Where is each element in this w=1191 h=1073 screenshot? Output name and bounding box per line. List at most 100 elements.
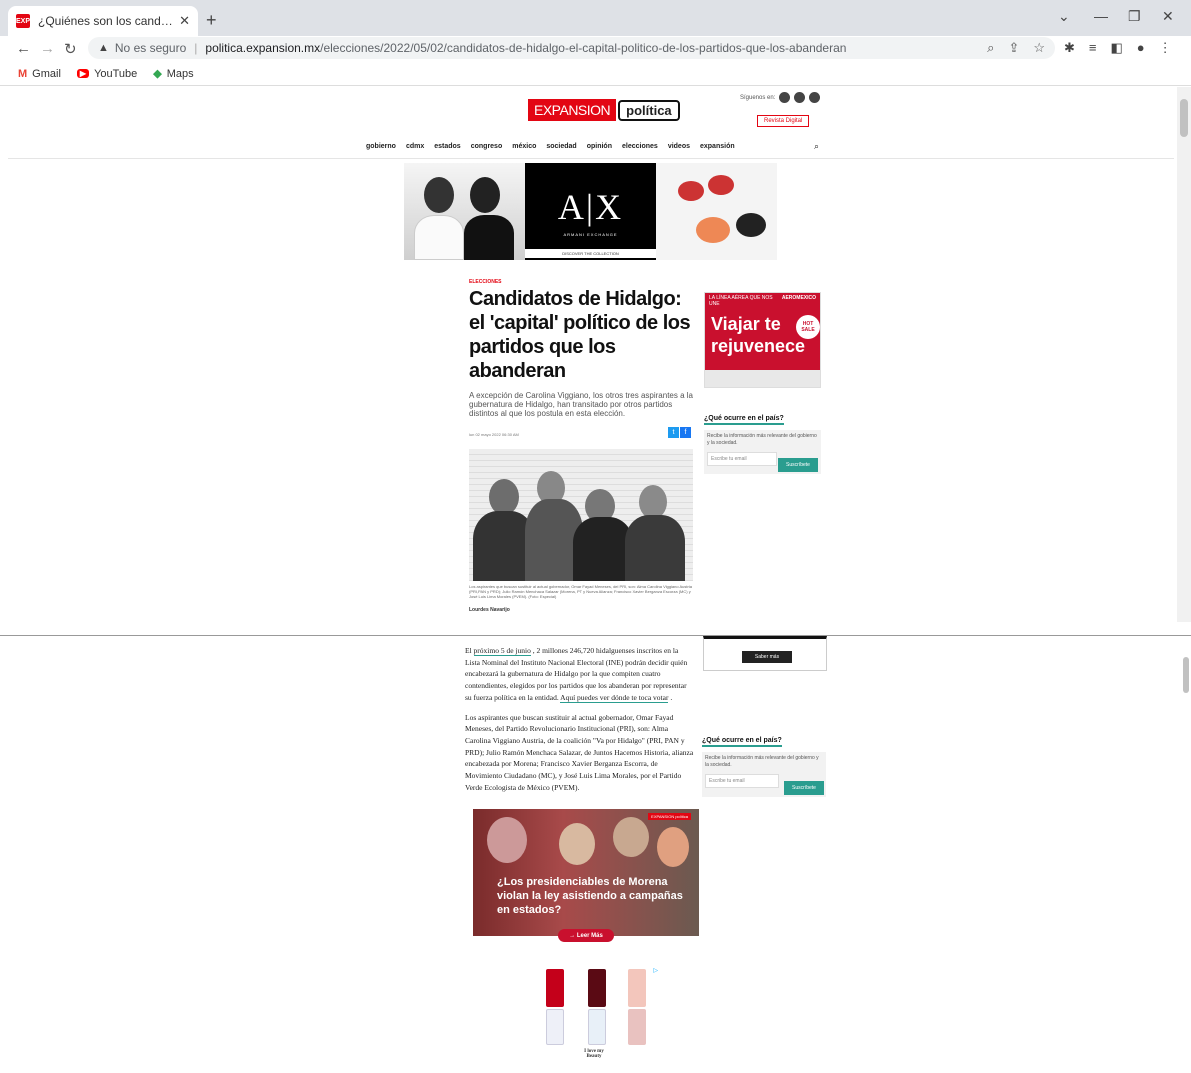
share-buttons: t f (668, 427, 691, 438)
side-panel-icon[interactable]: ◧ (1111, 40, 1123, 56)
menu-icon[interactable]: ⋮ (1159, 40, 1172, 56)
section-divider (0, 635, 1191, 636)
nav-item[interactable]: expansión (700, 143, 735, 150)
zoom-icon[interactable]: ⌕ (987, 40, 994, 56)
subscribe-button[interactable]: Suscríbete (784, 781, 824, 795)
ad-panel-sunglasses (656, 163, 777, 260)
browser-chrome: EXP ¿Quiénes son los candidatos a la ✕ +… (0, 0, 1191, 86)
follow-us: Síguenos en: (740, 92, 821, 103)
article-photo (469, 449, 693, 581)
url-host: politica.expansion.mx (205, 41, 321, 55)
photo-caption: Los aspirantes que buscan sustituir al a… (469, 584, 692, 599)
ad-beauty-brand: I love my Beauty (584, 1049, 604, 1059)
article-author[interactable]: Lourdes Navarijo (469, 607, 510, 613)
ad-footer (705, 370, 820, 387)
leer-mas-button[interactable]: → Leer Más (558, 929, 614, 942)
paragraph-2: Los aspirantes que buscan sustituir al a… (465, 712, 694, 792)
article-body: El próximo 5 de junio , 2 millones 246,7… (465, 645, 695, 801)
paragraph-1: El próximo 5 de junio , 2 millones 246,7… (465, 646, 688, 703)
page-viewport: EXPANSION política Síguenos en: Revista … (0, 87, 1191, 1073)
reload-icon[interactable]: ↻ (64, 40, 77, 58)
email-input[interactable]: Escribe tu email (707, 452, 777, 466)
nav-item[interactable]: videos (668, 143, 690, 150)
nav-divider (8, 158, 1174, 159)
close-tab-icon[interactable]: ✕ (179, 13, 190, 29)
extensions-icon[interactable]: ✱ (1064, 40, 1075, 56)
logo-section: política (618, 99, 680, 121)
related-promo[interactable]: EXPANSION política ¿Los presidenciables … (473, 809, 699, 936)
search-icon[interactable]: ⌕ (814, 141, 819, 152)
facebook-share-icon[interactable]: f (680, 427, 691, 438)
bookmark-maps[interactable]: ◆ Maps (153, 67, 193, 81)
scrollbar-thumb[interactable] (1180, 99, 1188, 137)
adchoices-icon[interactable]: ▷ (653, 967, 658, 974)
reading-list-icon[interactable]: ≡ (1089, 40, 1097, 56)
sidebar-ad-bottom: Saber más (703, 636, 827, 671)
close-window-icon[interactable]: ✕ (1162, 8, 1174, 25)
not-secure-label[interactable]: No es seguro (115, 41, 186, 55)
profile-icon[interactable]: ● (1137, 40, 1145, 56)
article-lead: A excepción de Carolina Viggiano, los ot… (469, 391, 693, 418)
nav-item[interactable]: sociedad (546, 143, 576, 150)
maps-icon: ◆ (153, 68, 162, 80)
article-date: lun 02 mayo 2022 06:30 AM (469, 432, 519, 437)
ad-brand-sub: ARMANI EXCHANGE (563, 232, 618, 237)
site-logo[interactable]: EXPANSION política (528, 99, 680, 121)
bookmarks-bar: M Gmail ▶ YouTube ◆ Maps (0, 62, 1191, 86)
article-category[interactable]: ELECCIONES (469, 279, 502, 285)
aeromexico-ad[interactable]: LA LÍNEA AÉREA QUE NOS UNE AEROMEXICO Vi… (704, 292, 821, 388)
article-title: Candidatos de Hidalgo: el 'capital' polí… (469, 288, 691, 382)
nav-item[interactable]: estados (434, 143, 460, 150)
nav-item[interactable]: gobierno (366, 143, 396, 150)
restore-icon[interactable]: ❐ (1128, 8, 1141, 25)
ad-brand: A|X (557, 187, 624, 227)
scrollbar-thumb[interactable] (1183, 657, 1189, 693)
promo-headline: ¿Los presidenciables de Morena violan la… (497, 876, 683, 916)
facebook-icon[interactable] (809, 92, 821, 103)
sidebar-heading: ¿Qué ocurre en el país? (704, 415, 784, 425)
nav-item[interactable]: elecciones (622, 143, 658, 150)
saber-mas-button[interactable]: Saber más (742, 651, 792, 663)
tab-search-icon[interactable]: ⌄ (1058, 8, 1070, 25)
logo-brand: EXPANSION (528, 99, 617, 121)
nav-item[interactable]: cdmx (406, 143, 424, 150)
twitter-share-icon[interactable]: t (668, 427, 679, 438)
bookmark-gmail[interactable]: M Gmail (18, 68, 61, 80)
bookmark-star-icon[interactable]: ☆ (1033, 40, 1045, 56)
ad-panel-models (404, 163, 525, 260)
ad-cta[interactable]: DISCOVER THE COLLECTION (525, 249, 656, 258)
nav-item[interactable]: méxico (512, 143, 536, 150)
ad-brand: AEROMEXICO (781, 295, 816, 301)
bookmark-youtube[interactable]: ▶ YouTube (76, 68, 137, 80)
newsletter-text: Recibe la información más relevante del … (707, 433, 817, 446)
newsletter-text: Recibe la información más relevante del … (705, 755, 819, 768)
separator: | (194, 41, 198, 55)
ad-badge: HOT SALE (796, 315, 820, 339)
date-link[interactable]: próximo 5 de junio (473, 646, 531, 656)
address-bar[interactable]: ▲ No es seguro | politica.expansion.mx /… (88, 37, 1055, 59)
youtube-icon: ▶ (76, 69, 90, 78)
nav-item[interactable]: opinión (587, 143, 612, 150)
revista-digital-button[interactable]: Revista Digital (757, 115, 810, 127)
instagram-icon[interactable] (794, 92, 806, 103)
email-input[interactable]: Escribe tu email (705, 774, 779, 788)
warning-icon[interactable]: ▲ (98, 42, 109, 54)
new-tab-icon[interactable]: + (206, 10, 217, 31)
back-icon[interactable]: ← (16, 40, 31, 57)
nav-item[interactable]: congreso (471, 143, 503, 150)
minimize-icon[interactable]: — (1094, 8, 1108, 24)
promo-badge: EXPANSION política (648, 813, 691, 820)
forward-icon[interactable]: → (40, 40, 55, 57)
url-path: /elecciones/2022/05/02/candidatos-de-hid… (320, 41, 847, 55)
vote-location-link[interactable]: Aquí puedes ver dónde te toca votar (560, 692, 669, 703)
gmail-icon: M (18, 67, 28, 80)
top-banner-ad[interactable]: A|X ARMANI EXCHANGE DISCOVER THE COLLECT… (404, 163, 777, 260)
twitter-icon[interactable] (779, 92, 791, 103)
scrollbar[interactable] (1177, 87, 1191, 622)
ad-tagline: LA LÍNEA AÉREA QUE NOS UNE (709, 295, 773, 307)
share-icon[interactable]: ⇪ (1008, 40, 1019, 56)
beauty-ad[interactable]: ▷ (534, 967, 658, 1047)
site-favicon-icon: EXP (16, 14, 30, 28)
subscribe-button[interactable]: Suscríbete (778, 458, 818, 472)
browser-tab[interactable]: EXP ¿Quiénes son los candidatos a la ✕ (8, 6, 198, 36)
